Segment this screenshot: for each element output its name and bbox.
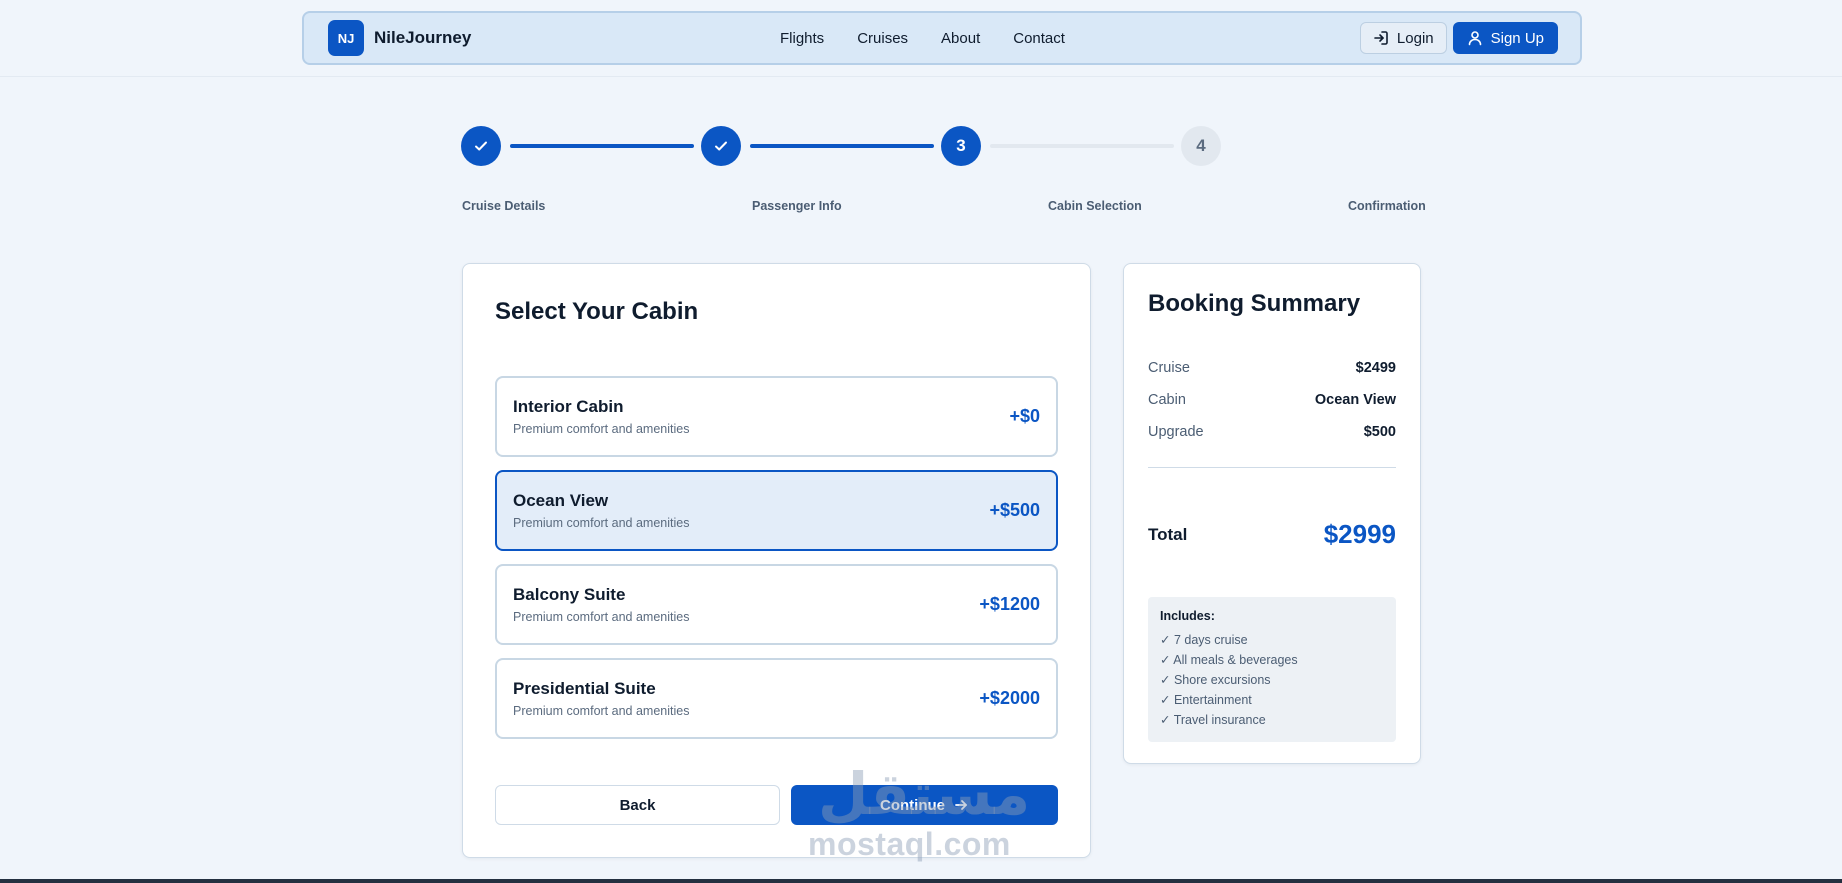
step-3-circle: 3 (941, 126, 981, 166)
total-label: Total (1148, 524, 1188, 544)
summary-row-value: Ocean View (1314, 392, 1396, 408)
cabin-option-interior[interactable]: Interior Cabin Premium comfort and ameni… (495, 376, 1058, 457)
cabin-option-name: Presidential Suite (513, 679, 656, 698)
nav-link-cruises[interactable]: Cruises (857, 30, 908, 47)
step-4-circle: 4 (1181, 126, 1221, 166)
step-label-cruise-details: Cruise Details (462, 199, 546, 213)
includes-item: ✓ Travel insurance (1160, 713, 1266, 727)
booking-summary-card: Booking Summary Cruise $2499 Cabin Ocean… (1123, 263, 1421, 764)
total-value: $2999 (1323, 519, 1396, 549)
signup-label: Sign Up (1490, 29, 1544, 47)
arrow-right-icon (953, 797, 969, 813)
summary-row-label: Cabin (1148, 392, 1186, 408)
summary-title: Booking Summary (1148, 290, 1361, 317)
user-icon (1467, 30, 1483, 46)
cabin-option-name: Ocean View (513, 491, 609, 510)
cabin-option-presidential-suite[interactable]: Presidential Suite Premium comfort and a… (495, 658, 1058, 739)
login-icon (1373, 30, 1389, 46)
cabin-option-desc: Premium comfort and amenities (513, 422, 690, 436)
includes-item: ✓ Shore excursions (1160, 673, 1271, 687)
step-1-circle (461, 126, 501, 166)
top-bar: NJ NileJourney Flights Cruises About Con… (0, 0, 1842, 77)
summary-total: Total $2999 (1148, 519, 1396, 550)
check-icon (712, 137, 730, 155)
cabin-option-ocean-view[interactable]: Ocean View Premium comfort and amenities… (495, 470, 1058, 551)
includes-item: ✓ All meals & beverages (1160, 653, 1298, 667)
continue-label: Continue (880, 796, 945, 814)
cabin-selection-card: Select Your Cabin Interior Cabin Premium… (462, 263, 1091, 858)
includes-box: Includes: ✓ 7 days cruise ✓ All meals & … (1148, 597, 1396, 742)
navbar: NJ NileJourney Flights Cruises About Con… (302, 11, 1582, 65)
login-label: Login (1396, 29, 1434, 47)
includes-item: ✓ 7 days cruise (1160, 633, 1248, 647)
cabin-option-price: +$0 (1009, 406, 1040, 426)
cabin-option-desc: Premium comfort and amenities (513, 704, 690, 718)
bottom-edge (0, 879, 1842, 883)
cabin-option-balcony-suite[interactable]: Balcony Suite Premium comfort and amenit… (495, 564, 1058, 645)
login-button[interactable]: Login (1359, 22, 1447, 54)
summary-row-value: $500 (1363, 424, 1396, 440)
step-connector-2 (750, 144, 934, 148)
summary-row-label: Cruise (1148, 360, 1190, 376)
brand-name: NileJourney (374, 28, 472, 47)
nav-link-contact[interactable]: Contact (1013, 30, 1065, 47)
brand[interactable]: NJ NileJourney (328, 20, 471, 56)
page-title: Select Your Cabin (495, 298, 699, 325)
cabin-option-desc: Premium comfort and amenities (513, 516, 690, 530)
summary-row-cruise: Cruise $2499 (1148, 360, 1396, 376)
logo: NJ (328, 20, 364, 56)
summary-divider (1148, 467, 1396, 468)
cabin-option-price: +$2000 (979, 688, 1040, 708)
step-label-passenger-info: Passenger Info (752, 199, 842, 213)
step-label-confirmation: Confirmation (1348, 199, 1426, 213)
step-connector-3 (990, 144, 1174, 148)
cabin-option-price: +$500 (989, 500, 1040, 520)
cabin-option-name: Balcony Suite (513, 585, 626, 604)
cabin-option-name: Interior Cabin (513, 397, 624, 416)
summary-row-value: $2499 (1355, 360, 1396, 376)
back-button[interactable]: Back (495, 785, 780, 825)
signup-button[interactable]: Sign Up (1452, 22, 1558, 54)
nav-link-flights[interactable]: Flights (780, 30, 824, 47)
cabin-option-desc: Premium comfort and amenities (513, 610, 690, 624)
summary-row-cabin: Cabin Ocean View (1148, 392, 1396, 408)
step-connector-1 (510, 144, 694, 148)
nav-links: Flights Cruises About Contact (780, 13, 1065, 63)
cabin-option-price: +$1200 (979, 594, 1040, 614)
check-icon (472, 137, 490, 155)
includes-item: ✓ Entertainment (1160, 693, 1252, 707)
step-2-circle (701, 126, 741, 166)
step-label-cabin-selection: Cabin Selection (1048, 199, 1142, 213)
nav-link-about[interactable]: About (941, 30, 980, 47)
summary-row-label: Upgrade (1148, 424, 1204, 440)
auth-buttons: Login Sign Up (1359, 22, 1558, 54)
continue-button[interactable]: Continue (791, 785, 1058, 825)
summary-row-upgrade: Upgrade $500 (1148, 424, 1396, 440)
includes-title: Includes: (1160, 609, 1215, 623)
